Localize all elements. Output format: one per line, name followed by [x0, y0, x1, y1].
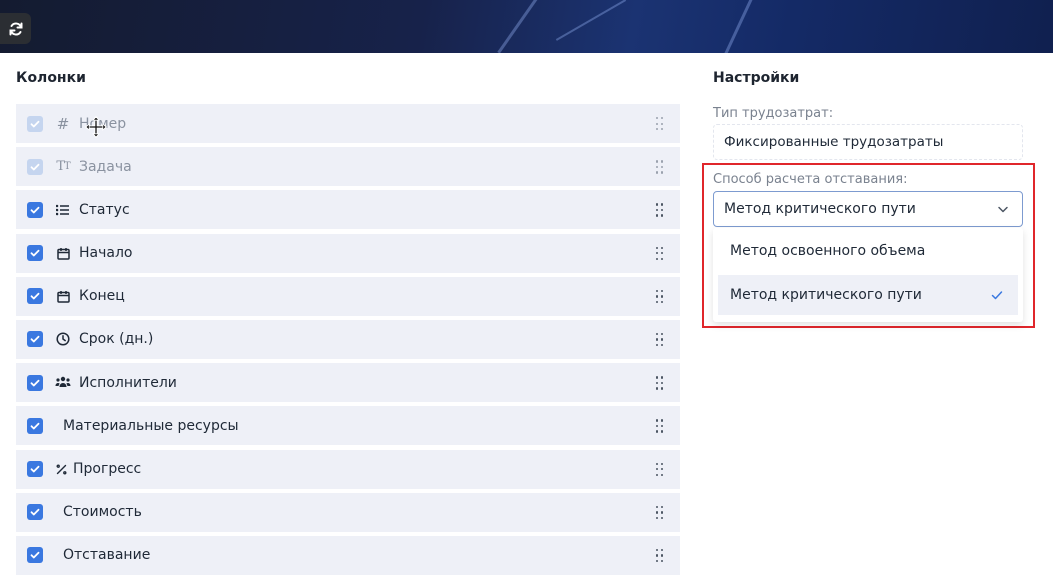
- column-row-start[interactable]: Начало: [16, 233, 680, 273]
- column-checkbox[interactable]: [27, 288, 43, 305]
- calendar-icon: [55, 245, 71, 261]
- dropdown-option-earned-value[interactable]: Метод освоенного объема: [718, 231, 1018, 271]
- column-checkbox[interactable]: [27, 201, 43, 218]
- column-row-assignees[interactable]: Исполнители: [16, 363, 680, 403]
- drag-handle-icon[interactable]: [656, 289, 664, 304]
- top-bar: [0, 0, 1053, 53]
- option-label: Метод критического пути: [730, 287, 922, 303]
- list-icon: [55, 202, 71, 218]
- labor-type-value[interactable]: Фиксированные трудозатраты: [713, 124, 1023, 160]
- column-checkbox[interactable]: [27, 547, 43, 564]
- option-label: Метод освоенного объема: [730, 243, 926, 259]
- drag-handle-icon[interactable]: [656, 203, 664, 217]
- column-checkbox[interactable]: [27, 504, 43, 521]
- column-label: Отставание: [63, 547, 151, 564]
- labor-type-label: Тип трудозатрат:: [713, 106, 834, 121]
- lag-method-selected-value: Метод критического пути: [724, 201, 916, 217]
- users-icon: [55, 375, 71, 391]
- decorative-streak: [555, 0, 627, 41]
- column-label: Статус: [79, 201, 130, 218]
- drag-handle-icon[interactable]: [656, 160, 664, 174]
- column-label: Задача: [79, 158, 132, 175]
- drag-handle-icon[interactable]: [656, 419, 664, 433]
- column-label: Конец: [79, 288, 125, 305]
- column-label: Материальные ресурсы: [63, 417, 239, 434]
- refresh-button[interactable]: [0, 13, 31, 44]
- chevron-down-icon: [998, 206, 1008, 213]
- drag-handle-icon[interactable]: [656, 505, 664, 520]
- lag-method-label: Способ расчета отставания:: [713, 172, 908, 187]
- columns-list: # Номер TT Задача Статус Начало Конец Ср…: [16, 104, 680, 579]
- drag-handle-icon[interactable]: [656, 117, 664, 131]
- columns-title: Колонки: [16, 70, 86, 86]
- drag-handle-icon[interactable]: [656, 246, 664, 261]
- percent-icon: [55, 461, 67, 477]
- column-row-status[interactable]: Статус: [16, 190, 680, 230]
- check-icon: [991, 291, 1003, 300]
- decorative-streak: [723, 0, 760, 53]
- text-icon: TT: [56, 159, 70, 175]
- drag-handle-icon[interactable]: [656, 462, 664, 477]
- drag-handle-icon[interactable]: [656, 332, 664, 347]
- column-label: Стоимость: [63, 504, 142, 521]
- column-checkbox[interactable]: [27, 331, 43, 348]
- dropdown-option-critical-path[interactable]: Метод критического пути: [718, 275, 1018, 315]
- column-row-end[interactable]: Конец: [16, 276, 680, 316]
- column-checkbox[interactable]: [27, 115, 43, 132]
- clock-icon: [55, 331, 71, 347]
- column-label: Исполнители: [79, 374, 177, 391]
- move-cursor-icon: [85, 116, 107, 138]
- drag-handle-icon[interactable]: [656, 376, 664, 390]
- decorative-streak: [497, 0, 546, 53]
- column-row-cost[interactable]: Стоимость: [16, 492, 680, 532]
- column-label: Начало: [79, 245, 133, 262]
- column-checkbox[interactable]: [27, 461, 43, 477]
- column-row-progress[interactable]: Прогресс: [16, 449, 680, 489]
- hash-icon: #: [56, 114, 70, 133]
- column-label: Прогресс: [73, 461, 142, 477]
- column-row-lag[interactable]: Отставание: [16, 535, 680, 575]
- column-checkbox[interactable]: [27, 158, 43, 175]
- column-checkbox[interactable]: [27, 245, 43, 262]
- calendar-icon: [55, 288, 71, 304]
- column-label: Срок (дн.): [79, 331, 154, 348]
- settings-title: Настройки: [713, 70, 800, 86]
- column-row-materials[interactable]: Материальные ресурсы: [16, 406, 680, 446]
- column-row-task[interactable]: TT Задача: [16, 147, 680, 187]
- column-row-duration[interactable]: Срок (дн.): [16, 319, 680, 359]
- lag-method-select[interactable]: Метод критического пути: [713, 191, 1023, 227]
- lag-method-dropdown: Метод освоенного объема Метод критическо…: [713, 228, 1023, 322]
- refresh-icon: [9, 22, 22, 35]
- column-row-number[interactable]: # Номер: [16, 104, 680, 143]
- column-checkbox[interactable]: [27, 417, 43, 434]
- column-checkbox[interactable]: [27, 374, 43, 391]
